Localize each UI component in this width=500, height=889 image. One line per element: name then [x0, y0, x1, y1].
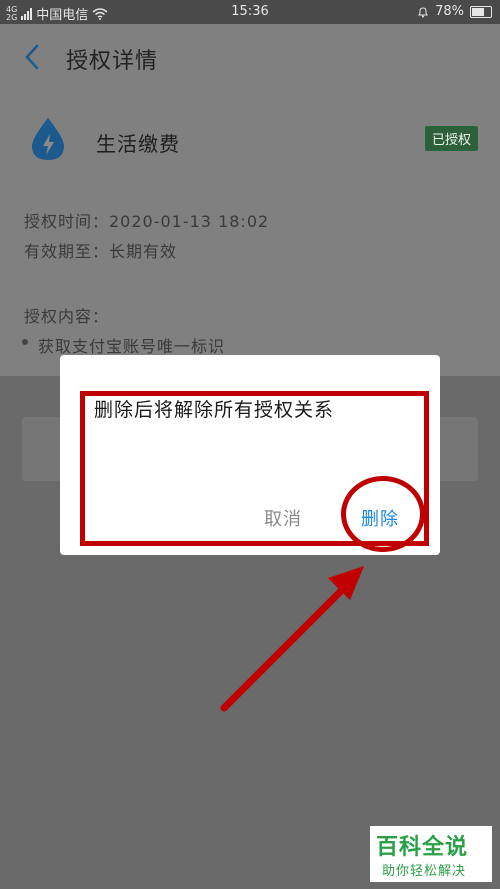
bullet-dot — [22, 339, 28, 345]
authorized-badge: 已授权 — [424, 126, 478, 151]
content-heading: 授权内容： — [24, 307, 110, 326]
status-right: 78% — [417, 4, 492, 19]
app-name: 生活缴费 — [96, 132, 180, 156]
content-item: 获取支付宝账号唯一标识 — [38, 337, 226, 356]
alarm-bell-icon — [418, 6, 428, 17]
battery-percent: 78% — [435, 4, 464, 19]
water-drop-icon — [32, 118, 64, 160]
delete-button[interactable]: 删除 — [361, 505, 399, 531]
back-arrow-icon[interactable] — [22, 44, 42, 70]
dialog-message: 删除后将解除所有授权关系 — [94, 399, 335, 421]
confirm-dialog: 删除后将解除所有授权关系 取消 删除 — [60, 355, 440, 555]
battery-icon — [470, 5, 492, 18]
authorization-detail-page: 授权详情 生活缴费 已授权 授权时间：2020-01-13 18:02 有效期至… — [0, 24, 500, 376]
validity: 有效期至：长期有效 — [24, 242, 178, 261]
watermark: 百科全说 助你轻松解决 — [370, 826, 492, 882]
header: 授权详情 — [0, 24, 500, 90]
watermark-subtitle: 助你轻松解决 — [382, 864, 467, 879]
page-title: 授权详情 — [66, 49, 159, 74]
watermark-title: 百科全说 — [376, 835, 469, 860]
auth-time: 授权时间：2020-01-13 18:02 — [24, 212, 270, 231]
cancel-button[interactable]: 取消 — [264, 505, 302, 531]
status-bar: 4G 2G 中国电信 15:36 78% — [0, 0, 500, 24]
app-row: 生活缴费 已授权 — [0, 114, 500, 178]
